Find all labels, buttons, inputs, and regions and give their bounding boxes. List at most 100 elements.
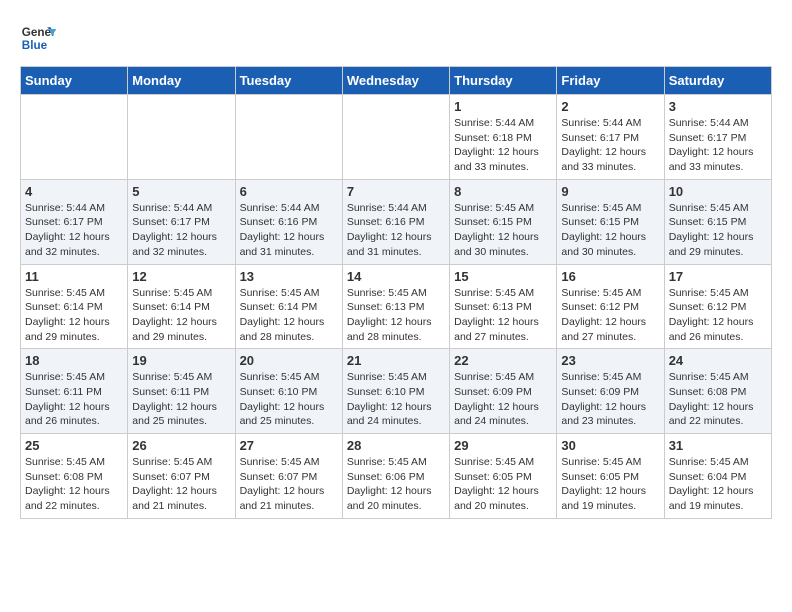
svg-text:Blue: Blue [22,39,48,52]
day-info: Sunrise: 5:45 AM Sunset: 6:11 PM Dayligh… [132,370,230,429]
page-container: General Blue SundayMondayTuesdayWednesda… [20,20,772,519]
day-number: 19 [132,353,230,368]
calendar-cell: 7 Sunrise: 5:44 AM Sunset: 6:16 PM Daylig… [342,179,449,264]
calendar-cell: 24Sunrise: 5:45 AM Sunset: 6:08 PM Dayli… [664,349,771,434]
header: General Blue [20,20,772,56]
day-info: Sunrise: 5:44 AM Sunset: 6:17 PM Dayligh… [561,116,659,175]
calendar-cell [342,95,449,180]
calendar-cell: 16 Sunrise: 5:45 AM Sunset: 6:12 PM Dayli… [557,264,664,349]
day-number: 13 [240,269,338,284]
day-number: 26 [132,438,230,453]
calendar-cell: 19 Sunrise: 5:45 AM Sunset: 6:11 PM Dayli… [128,349,235,434]
day-number: 12 [132,269,230,284]
day-number: 21 [347,353,445,368]
calendar-cell: 31 Sunrise: 5:45 AM Sunset: 6:04 PM Dayli… [664,434,771,519]
calendar-table: SundayMondayTuesdayWednesdayThursdayFrid… [20,66,772,519]
calendar-cell: 21 Sunrise: 5:45 AM Sunset: 6:10 PM Dayli… [342,349,449,434]
calendar-cell: 30 Sunrise: 5:45 AM Sunset: 6:05 PM Dayli… [557,434,664,519]
day-info: Sunrise: 5:45 AM Sunset: 6:13 PM Dayligh… [454,286,552,345]
day-info: Sunrise: 5:45 AM Sunset: 6:05 PM Dayligh… [561,455,659,514]
day-info: Sunrise: 5:45 AM Sunset: 6:12 PM Dayligh… [561,286,659,345]
weekday-header-sunday: Sunday [21,67,128,95]
calendar-body: 1 Sunrise: 5:44 AM Sunset: 6:18 PM Daylig… [21,95,772,519]
day-number: 30 [561,438,659,453]
day-info: Sunrise: 5:45 AM Sunset: 6:14 PM Dayligh… [240,286,338,345]
day-number: 15 [454,269,552,284]
calendar-week-3: 11 Sunrise: 5:45 AM Sunset: 6:14 PM Dayli… [21,264,772,349]
calendar-cell: 5Sunrise: 5:44 AM Sunset: 6:17 PM Daylig… [128,179,235,264]
calendar-cell [21,95,128,180]
calendar-cell [128,95,235,180]
day-number: 20 [240,353,338,368]
day-info: Sunrise: 5:45 AM Sunset: 6:09 PM Dayligh… [561,370,659,429]
calendar-cell: 17Sunrise: 5:45 AM Sunset: 6:12 PM Dayli… [664,264,771,349]
day-info: Sunrise: 5:45 AM Sunset: 6:12 PM Dayligh… [669,286,767,345]
calendar-cell: 14Sunrise: 5:45 AM Sunset: 6:13 PM Dayli… [342,264,449,349]
calendar-cell: 22Sunrise: 5:45 AM Sunset: 6:09 PM Dayli… [450,349,557,434]
calendar-cell: 9 Sunrise: 5:45 AM Sunset: 6:15 PM Daylig… [557,179,664,264]
calendar-cell: 6 Sunrise: 5:44 AM Sunset: 6:16 PM Daylig… [235,179,342,264]
calendar-cell: 13 Sunrise: 5:45 AM Sunset: 6:14 PM Dayli… [235,264,342,349]
calendar-cell: 26 Sunrise: 5:45 AM Sunset: 6:07 PM Dayli… [128,434,235,519]
calendar-cell: 11 Sunrise: 5:45 AM Sunset: 6:14 PM Dayli… [21,264,128,349]
day-number: 8 [454,184,552,199]
day-number: 28 [347,438,445,453]
day-info: Sunrise: 5:45 AM Sunset: 6:15 PM Dayligh… [561,201,659,260]
day-number: 3 [669,99,767,114]
calendar-cell: 20 Sunrise: 5:45 AM Sunset: 6:10 PM Dayli… [235,349,342,434]
day-number: 31 [669,438,767,453]
day-info: Sunrise: 5:44 AM Sunset: 6:17 PM Dayligh… [25,201,123,260]
day-info: Sunrise: 5:45 AM Sunset: 6:10 PM Dayligh… [347,370,445,429]
day-number: 1 [454,99,552,114]
calendar-header: SundayMondayTuesdayWednesdayThursdayFrid… [21,67,772,95]
day-number: 16 [561,269,659,284]
calendar-cell: 25 Sunrise: 5:45 AM Sunset: 6:08 PM Dayli… [21,434,128,519]
weekday-header-friday: Friday [557,67,664,95]
day-number: 9 [561,184,659,199]
calendar-cell: 3Sunrise: 5:44 AM Sunset: 6:17 PM Daylig… [664,95,771,180]
calendar-cell: 4 Sunrise: 5:44 AM Sunset: 6:17 PM Daylig… [21,179,128,264]
day-number: 4 [25,184,123,199]
day-info: Sunrise: 5:44 AM Sunset: 6:16 PM Dayligh… [347,201,445,260]
weekday-header-wednesday: Wednesday [342,67,449,95]
day-info: Sunrise: 5:45 AM Sunset: 6:06 PM Dayligh… [347,455,445,514]
weekday-header-monday: Monday [128,67,235,95]
day-number: 24 [669,353,767,368]
day-info: Sunrise: 5:45 AM Sunset: 6:09 PM Dayligh… [454,370,552,429]
header-row: SundayMondayTuesdayWednesdayThursdayFrid… [21,67,772,95]
calendar-cell [235,95,342,180]
weekday-header-tuesday: Tuesday [235,67,342,95]
logo-icon: General Blue [20,20,56,56]
calendar-week-1: 1 Sunrise: 5:44 AM Sunset: 6:18 PM Daylig… [21,95,772,180]
calendar-cell: 12Sunrise: 5:45 AM Sunset: 6:14 PM Dayli… [128,264,235,349]
day-number: 10 [669,184,767,199]
day-info: Sunrise: 5:45 AM Sunset: 6:10 PM Dayligh… [240,370,338,429]
calendar-cell: 2 Sunrise: 5:44 AM Sunset: 6:17 PM Daylig… [557,95,664,180]
day-number: 2 [561,99,659,114]
calendar-cell: 8Sunrise: 5:45 AM Sunset: 6:15 PM Daylig… [450,179,557,264]
day-number: 23 [561,353,659,368]
calendar-cell: 15 Sunrise: 5:45 AM Sunset: 6:13 PM Dayli… [450,264,557,349]
calendar-cell: 28 Sunrise: 5:45 AM Sunset: 6:06 PM Dayli… [342,434,449,519]
day-info: Sunrise: 5:44 AM Sunset: 6:16 PM Dayligh… [240,201,338,260]
day-number: 6 [240,184,338,199]
day-info: Sunrise: 5:45 AM Sunset: 6:08 PM Dayligh… [25,455,123,514]
day-info: Sunrise: 5:45 AM Sunset: 6:14 PM Dayligh… [25,286,123,345]
day-info: Sunrise: 5:45 AM Sunset: 6:07 PM Dayligh… [132,455,230,514]
calendar-cell: 27Sunrise: 5:45 AM Sunset: 6:07 PM Dayli… [235,434,342,519]
weekday-header-thursday: Thursday [450,67,557,95]
day-info: Sunrise: 5:45 AM Sunset: 6:05 PM Dayligh… [454,455,552,514]
calendar-cell: 29Sunrise: 5:45 AM Sunset: 6:05 PM Dayli… [450,434,557,519]
day-info: Sunrise: 5:45 AM Sunset: 6:04 PM Dayligh… [669,455,767,514]
calendar-week-4: 18 Sunrise: 5:45 AM Sunset: 6:11 PM Dayli… [21,349,772,434]
calendar-cell: 10Sunrise: 5:45 AM Sunset: 6:15 PM Dayli… [664,179,771,264]
day-info: Sunrise: 5:44 AM Sunset: 6:18 PM Dayligh… [454,116,552,175]
day-info: Sunrise: 5:45 AM Sunset: 6:11 PM Dayligh… [25,370,123,429]
day-number: 18 [25,353,123,368]
day-number: 11 [25,269,123,284]
day-number: 7 [347,184,445,199]
day-number: 27 [240,438,338,453]
calendar-cell: 23 Sunrise: 5:45 AM Sunset: 6:09 PM Dayli… [557,349,664,434]
weekday-header-saturday: Saturday [664,67,771,95]
day-number: 25 [25,438,123,453]
